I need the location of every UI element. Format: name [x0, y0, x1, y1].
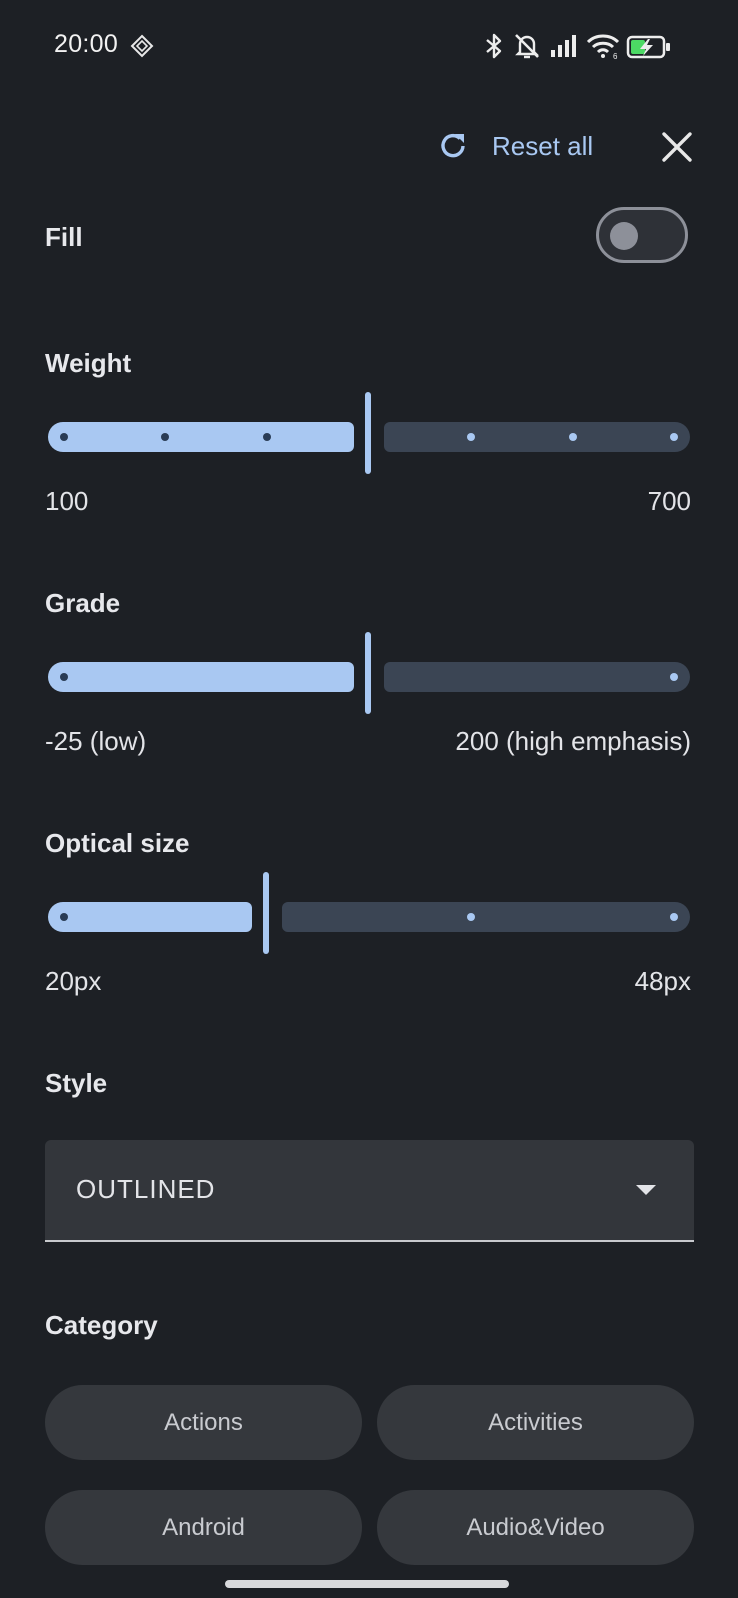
weight-label: Weight [45, 348, 132, 378]
reset-all-button[interactable]: Reset all [436, 125, 593, 167]
style-dropdown[interactable]: OUTLINED [45, 1140, 694, 1242]
optical-size-track-active [48, 902, 252, 932]
optical-size-tick [467, 913, 475, 921]
bluetooth-icon [486, 33, 502, 59]
weight-tick [161, 433, 169, 441]
style-selected-value: OUTLINED [76, 1174, 216, 1204]
fill-toggle-knob [610, 222, 638, 250]
category-chip-audio-video[interactable]: Audio&Video [377, 1490, 694, 1565]
grade-min-label: -25 (low) [45, 726, 147, 756]
weight-tick [263, 433, 271, 441]
weight-track-inactive [384, 422, 690, 452]
grade-slider[interactable] [48, 632, 690, 722]
fill-toggle[interactable] [596, 207, 688, 263]
optical-size-slider[interactable] [48, 872, 690, 962]
fill-label: Fill [45, 222, 83, 252]
grade-tick [670, 673, 678, 681]
optical-size-tick [60, 913, 68, 921]
category-chip-android[interactable]: Android [45, 1490, 362, 1565]
weight-tick [670, 433, 678, 441]
weight-tick [569, 433, 577, 441]
grade-tick [60, 673, 68, 681]
weight-min-label: 100 [45, 486, 89, 516]
optical-size-tick [670, 913, 678, 921]
optical-size-min-label: 20px [45, 966, 102, 996]
weight-slider[interactable] [48, 392, 690, 482]
optical-size-label: Optical size [45, 828, 190, 858]
bell-muted-icon [515, 34, 539, 59]
category-label: Category [45, 1310, 158, 1340]
category-chip-actions[interactable]: Actions [45, 1385, 362, 1460]
close-icon[interactable] [660, 130, 694, 164]
weight-max-label: 700 [647, 486, 691, 516]
svg-text:6: 6 [613, 52, 618, 59]
status-time: 20:00 [54, 30, 119, 58]
category-chip-activities[interactable]: Activities [377, 1385, 694, 1460]
weight-tick [60, 433, 68, 441]
optical-size-max-label: 48px [634, 966, 691, 996]
sync-icon [130, 34, 154, 58]
grade-max-label: 200 (high emphasis) [455, 726, 691, 756]
grade-track-inactive [384, 662, 690, 692]
refresh-icon [441, 133, 465, 158]
style-label: Style [45, 1068, 108, 1098]
grade-track-active [48, 662, 354, 692]
weight-tick [467, 433, 475, 441]
weight-slider-thumb[interactable] [365, 392, 371, 474]
grade-label: Grade [45, 588, 121, 618]
grade-slider-thumb[interactable] [365, 632, 371, 714]
reset-all-label: Reset all [492, 130, 594, 161]
wifi-icon: 6 [586, 34, 620, 59]
optical-size-slider-thumb[interactable] [263, 872, 269, 954]
home-indicator[interactable] [225, 1580, 509, 1588]
dropdown-arrow-icon [636, 1185, 656, 1195]
optical-size-track-inactive [282, 902, 690, 932]
signal-icon [551, 35, 576, 57]
weight-track-active [48, 422, 354, 452]
battery-charging-icon [626, 35, 670, 59]
